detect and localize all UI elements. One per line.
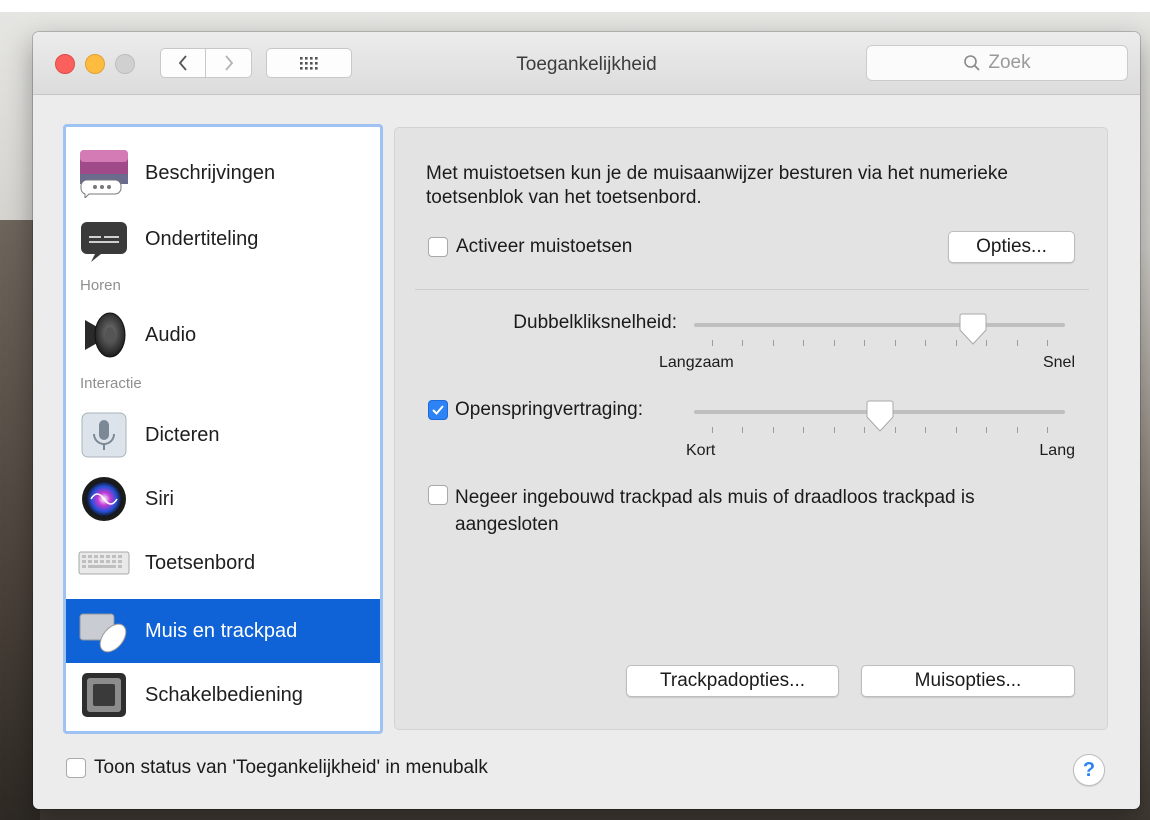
double-click-speed-tick [1016,340,1018,346]
siri-icon [78,473,130,525]
double-click-speed-label: Dubbelkliksnelheid: [513,312,677,333]
sidebar-item-label: Ondertiteling [145,227,259,250]
sidebar-item-keyboard[interactable]: Toetsenbord [66,531,380,595]
double-click-speed-tick [772,340,774,346]
double-click-speed-tick [955,340,957,346]
speaker-icon [78,309,130,361]
spring-loading-tick [772,427,774,433]
sidebar-item-label: Muis en trackpad [145,619,298,642]
sidebar-item-label: Toetsenbord [145,551,256,574]
ignore-trackpad-checkbox[interactable] [428,485,448,505]
search-placeholder: Zoek [988,52,1031,73]
mouse-keys-description: Met muistoetsen kun je de muisaanwijzer … [426,163,1008,208]
spring-loading-tick [833,427,835,433]
section-header-hearing: Horen [80,277,121,294]
sidebar-item-captions[interactable]: Ondertiteling [66,207,380,271]
double-click-speed-min-label: Langzaam [659,354,734,371]
spring-loading-checkbox[interactable] [428,400,448,420]
descriptions-icon [78,147,130,199]
checkmark-icon [432,405,444,415]
trackpad-options-button[interactable]: Trackpadopties... [626,665,839,697]
spring-loading-tick [925,427,927,433]
double-click-speed-slider[interactable] [959,312,987,351]
double-click-speed-max-label: Snel [1042,354,1075,371]
title-bar: Toegankelijkheid Zoek [33,32,1140,95]
sidebar-item-audio[interactable]: Audio [66,303,380,367]
sidebar-item-siri[interactable]: Siri [66,467,380,531]
double-click-speed-track [694,323,1065,327]
double-click-speed-tick [833,340,835,346]
search-icon [964,55,981,71]
keyboard-icon [78,537,130,589]
spring-loading-tick [894,427,896,433]
spring-loading-tick [1016,427,1018,433]
show-status-label: Toon status van 'Toegankelijkheid' in me… [94,757,488,778]
options-button[interactable]: Opties... [948,231,1075,263]
divider [415,289,1089,290]
section-header-interaction: Interactie [80,375,142,392]
spring-loading-max-label: Lang [1039,442,1075,459]
captions-icon [78,213,130,265]
double-click-speed-tick [712,340,713,346]
spring-loading-label: Openspringvertraging: [455,399,643,420]
sidebar-item-label: Audio [145,323,197,346]
spring-loading-slider[interactable] [866,399,894,438]
sidebar-item-label: Schakelbediening [145,683,303,706]
double-click-speed-tick [742,340,744,346]
double-click-speed-tick [803,340,805,346]
spring-loading-tick [712,427,713,433]
spring-loading-tick [803,427,805,433]
show-status-checkbox[interactable] [66,758,86,778]
mouse-keys-checkbox[interactable] [428,237,448,257]
desktop-background [0,0,1150,12]
spring-loading-tick [955,427,957,433]
help-button[interactable]: ? [1073,754,1105,786]
ignore-trackpad-label: Negeer ingebouwd trackpad als muis of dr… [455,487,975,535]
spring-loading-tick [742,427,744,433]
sidebar-item-mouse-trackpad[interactable]: Muis en trackpad [66,599,380,663]
sidebar-item-label: Siri [145,487,174,510]
sidebar-item-descriptions[interactable]: Beschrijvingen [66,141,380,205]
double-click-speed-tick [894,340,896,346]
double-click-speed-tick [1047,340,1048,346]
mouse-trackpad-icon [78,605,130,657]
search-field[interactable]: Zoek [866,45,1128,81]
sidebar-item-dictation[interactable]: Dicteren [66,403,380,467]
double-click-speed-tick [864,340,866,346]
switch-control-icon [78,669,130,721]
mouse-options-button[interactable]: Muisopties... [861,665,1075,697]
sidebar-item-label: Dicteren [145,423,220,446]
microphone-icon [78,409,130,461]
preferences-window: Toegankelijkheid Zoek Beschrijvingen Ond… [33,32,1140,809]
double-click-speed-tick [925,340,927,346]
sidebar-item-switch-control[interactable]: Schakelbediening [66,663,380,727]
spring-loading-min-label: Kort [686,442,716,459]
category-list[interactable]: Beschrijvingen Ondertiteling Horen Audio… [63,124,383,734]
mouse-keys-label: Activeer muistoetsen [456,236,633,257]
spring-loading-tick [986,427,988,433]
sidebar-item-label: Beschrijvingen [145,161,276,184]
spring-loading-tick [1047,427,1048,433]
settings-panel: Met muistoetsen kun je de muisaanwijzer … [394,127,1108,730]
